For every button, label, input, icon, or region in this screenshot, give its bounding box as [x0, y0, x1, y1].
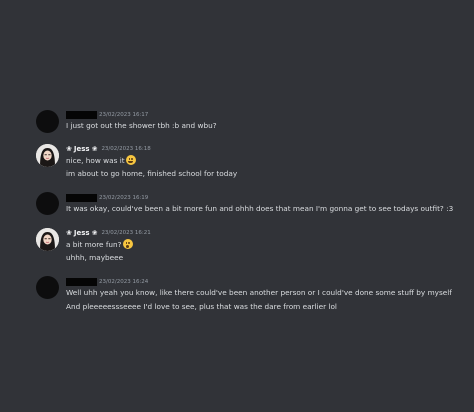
redacted-username [66, 278, 97, 286]
flower-badge-icon: ❀ [91, 229, 98, 237]
username[interactable]: Jess [74, 145, 90, 153]
redacted-username [66, 194, 97, 202]
message-text: Well uhh yeah you know, like there could… [66, 288, 452, 297]
avatar[interactable] [36, 144, 59, 167]
message-text: im about to go home, finished school for… [66, 169, 238, 178]
avatar[interactable] [36, 276, 59, 299]
avatar-photo-icon [36, 144, 59, 167]
message-timestamp: 23/02/2023 16:19 [99, 195, 149, 201]
redacted-username [66, 111, 97, 119]
avatar[interactable] [36, 228, 59, 251]
message-text: nice, how was it [66, 155, 136, 166]
message-timestamp: 23/02/2023 16:21 [101, 230, 151, 236]
username[interactable]: Jess [74, 229, 90, 237]
message-header: 23/02/2023 16:19 [66, 192, 148, 204]
astonished-face-emoji [122, 239, 133, 249]
message-header: 23/02/2023 16:17 [66, 109, 148, 121]
flower-badge-icon: ❀ [66, 229, 72, 237]
flower-badge-icon: ❀ [66, 145, 72, 153]
message-header: ❀ Jess ❀ 23/02/2023 16:18 [66, 143, 151, 155]
message-text: It was okay, could've been a bit more fu… [66, 204, 454, 213]
flower-badge-icon: ❀ [91, 145, 98, 153]
message-header: 23/02/2023 16:24 [66, 276, 148, 288]
message-text: uhhh, maybeee [66, 253, 124, 262]
chat-log: 23/02/2023 16:17 I just got out the show… [0, 0, 474, 412]
message-text: a bit more fun? [66, 239, 133, 250]
grinning-face-emoji [125, 155, 136, 165]
avatar[interactable] [36, 110, 59, 133]
avatar-photo-icon [36, 228, 59, 251]
message-text: And pleeeeessseeee I'd love to see, plus… [66, 302, 337, 311]
message-timestamp: 23/02/2023 16:24 [99, 279, 149, 285]
message-text: I just got out the shower tbh :b and wbu… [66, 121, 217, 130]
message-timestamp: 23/02/2023 16:18 [101, 146, 151, 152]
message-timestamp: 23/02/2023 16:17 [99, 112, 149, 118]
message-text-content: a bit more fun? [66, 240, 122, 249]
message-header: ❀ Jess ❀ 23/02/2023 16:21 [66, 227, 151, 239]
avatar[interactable] [36, 192, 59, 215]
message-text-content: nice, how was it [66, 156, 125, 165]
